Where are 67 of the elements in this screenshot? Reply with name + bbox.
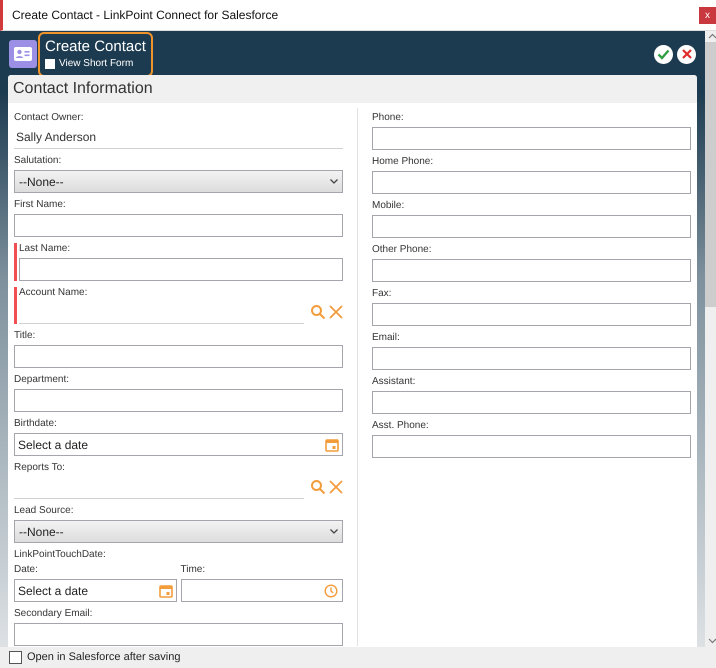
checkbox[interactable] bbox=[9, 651, 22, 664]
field-label: Contact Owner: bbox=[14, 112, 84, 124]
input-field[interactable] bbox=[14, 389, 343, 412]
field-label: Lead Source: bbox=[14, 505, 74, 517]
required-marker bbox=[14, 243, 17, 281]
input-field[interactable] bbox=[372, 171, 691, 194]
required-marker bbox=[14, 287, 17, 324]
scroll-down-icon[interactable] bbox=[708, 638, 716, 644]
search-icon[interactable] bbox=[310, 479, 326, 495]
field-label: Assistant: bbox=[372, 376, 416, 388]
field-label: Time: bbox=[180, 564, 206, 576]
contact-card-icon bbox=[9, 40, 37, 68]
checkbox-label: Open in Salesforce after saving bbox=[27, 650, 180, 666]
input-field[interactable] bbox=[14, 214, 343, 237]
cancel-button[interactable] bbox=[677, 44, 696, 64]
calendar-icon[interactable] bbox=[325, 438, 339, 452]
form-title: Create Contact bbox=[45, 38, 146, 56]
field-label: Other Phone: bbox=[372, 244, 432, 256]
chevron-icon bbox=[330, 179, 338, 184]
save-button[interactable] bbox=[654, 44, 673, 64]
field-label: Title: bbox=[14, 330, 36, 342]
chevron-icon bbox=[330, 529, 338, 534]
close-icon bbox=[682, 49, 692, 59]
input-field[interactable] bbox=[372, 435, 691, 458]
time-field[interactable] bbox=[180, 579, 343, 602]
check-icon bbox=[657, 48, 670, 60]
input-field[interactable] bbox=[372, 391, 691, 414]
input-field[interactable] bbox=[372, 215, 691, 238]
scroll-up-icon[interactable] bbox=[708, 33, 716, 39]
field-label: Home Phone: bbox=[372, 156, 434, 168]
field-label: Secondary Email: bbox=[14, 608, 94, 620]
field-label: Asst. Phone: bbox=[372, 420, 430, 432]
select-field[interactable]: --None-- bbox=[14, 520, 343, 543]
field-label: Reports To: bbox=[14, 462, 66, 474]
input-field[interactable] bbox=[14, 345, 343, 368]
input-field[interactable] bbox=[19, 258, 343, 281]
field-label: Department: bbox=[14, 374, 70, 386]
section-title: Contact Information bbox=[13, 79, 153, 99]
field-label: Account Name: bbox=[19, 287, 88, 299]
field-label: Last Name: bbox=[19, 243, 72, 255]
input-field[interactable] bbox=[372, 303, 691, 326]
checkbox[interactable] bbox=[45, 58, 55, 68]
field-label: Date: bbox=[14, 564, 39, 576]
owner-value: Sally Anderson bbox=[14, 127, 343, 149]
calendar-icon[interactable] bbox=[158, 584, 172, 598]
date-field[interactable]: Select a date bbox=[14, 579, 176, 602]
field-label: Fax: bbox=[372, 288, 392, 300]
field-label: Phone: bbox=[372, 112, 405, 124]
clock-icon[interactable] bbox=[324, 584, 338, 598]
clear-icon[interactable] bbox=[329, 480, 343, 494]
input-field[interactable] bbox=[372, 347, 691, 370]
date-field[interactable]: Select a date bbox=[14, 433, 343, 456]
select-field[interactable]: --None-- bbox=[14, 170, 343, 193]
checkbox-label: View Short Form bbox=[59, 57, 134, 71]
input-field[interactable] bbox=[372, 259, 691, 282]
search-icon[interactable] bbox=[310, 304, 326, 320]
clear-icon[interactable] bbox=[329, 305, 343, 319]
input-field[interactable] bbox=[14, 623, 343, 646]
field-label: Salutation: bbox=[14, 155, 62, 167]
field-label: Mobile: bbox=[372, 200, 406, 212]
field-label: Email: bbox=[372, 332, 401, 344]
window-title: Create Contact - LinkPoint Connect for Salesforce bbox=[11, 7, 280, 24]
close-button[interactable]: x bbox=[699, 6, 716, 24]
input-field[interactable] bbox=[372, 127, 691, 150]
field-label: LinkPointTouchDate: bbox=[14, 549, 107, 561]
field-label: Birthdate: bbox=[14, 418, 58, 430]
field-label: First Name: bbox=[14, 199, 67, 211]
